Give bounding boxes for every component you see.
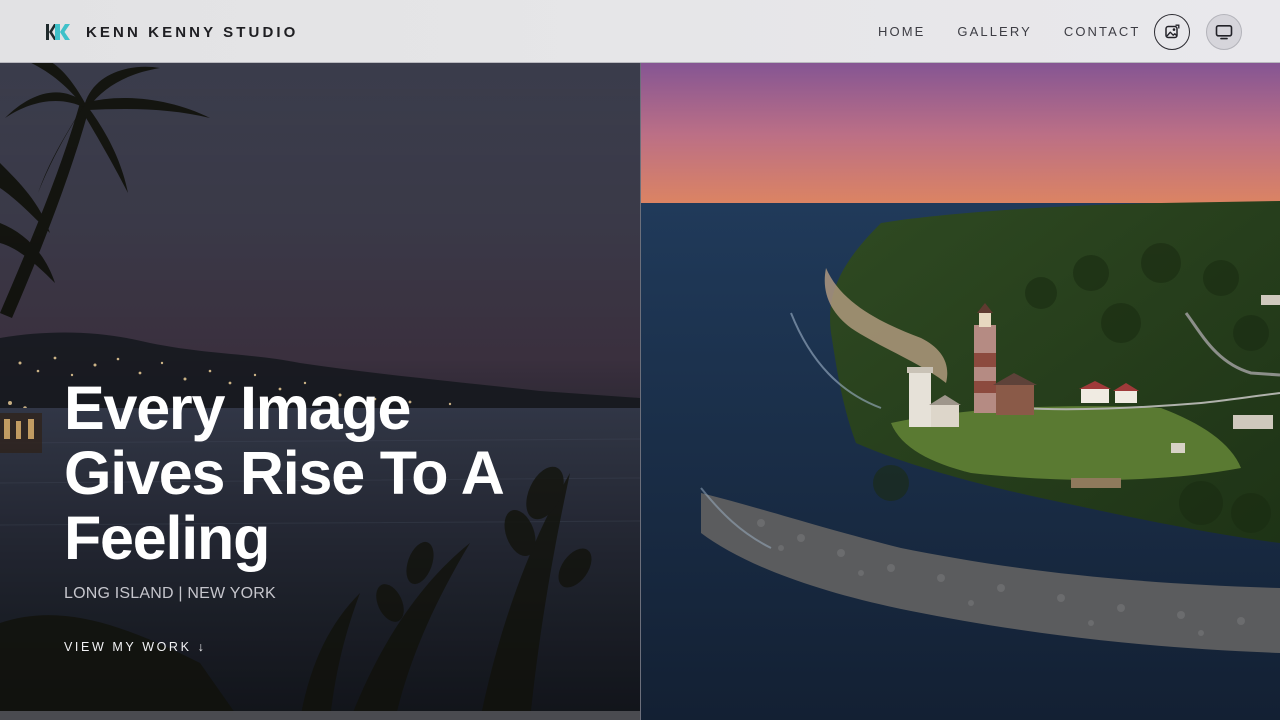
photo-icon xyxy=(1165,24,1180,39)
brand-name: KENN KENNY STUDIO xyxy=(86,23,299,41)
hero-title: Every Image Gives Rise To A Feeling xyxy=(64,374,503,572)
kk-logo-icon xyxy=(46,24,70,40)
bottom-bar xyxy=(0,711,640,720)
lighthouse-image xyxy=(641,63,1280,720)
brand[interactable]: KENN KENNY STUDIO xyxy=(43,20,298,44)
view-my-work-link[interactable]: VIEW MY WORK ↓ xyxy=(64,640,206,654)
hero-subtitle: LONG ISLAND | NEW YORK xyxy=(64,585,276,602)
main-nav: HOME GALLERY CONTACT xyxy=(878,0,1172,63)
nav-contact-link[interactable]: CONTACT xyxy=(1064,24,1141,39)
monitor-icon xyxy=(1215,24,1233,40)
nav-gallery-link[interactable]: GALLERY xyxy=(957,24,1031,39)
nav-home-link[interactable]: HOME xyxy=(878,24,925,39)
photo-button[interactable] xyxy=(1154,14,1190,50)
display-mode-button[interactable] xyxy=(1206,14,1242,50)
site-header: KENN KENNY STUDIO HOME GALLERY CONTACT xyxy=(0,0,1280,63)
panel-divider xyxy=(640,63,641,720)
hero-panel-right xyxy=(641,63,1280,720)
